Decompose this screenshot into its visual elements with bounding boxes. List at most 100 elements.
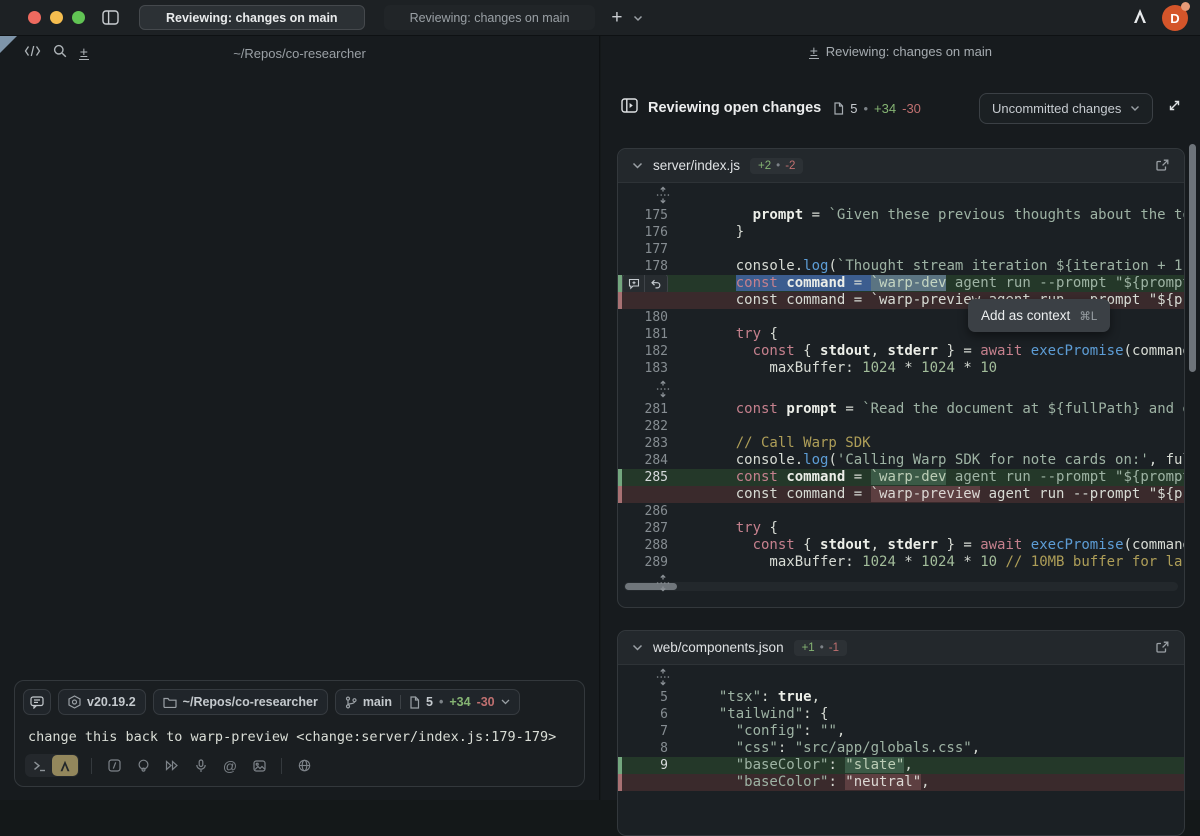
diff-line-add: 179 const command = `warp-dev agent run … <box>618 275 1184 292</box>
file-name: web/components.json <box>653 640 784 655</box>
minimize-window-button[interactable] <box>50 11 63 24</box>
globe-icon[interactable] <box>294 756 314 776</box>
line-action-buttons <box>622 275 668 292</box>
line-number: 289 <box>618 554 668 571</box>
git-status-pill[interactable]: main 5 • +34 -30 <box>335 689 520 715</box>
mode-segmented-control <box>25 754 79 777</box>
code-text: const prompt = `Read the document at ${f… <box>702 401 1184 418</box>
avatar[interactable]: D <box>1162 5 1188 31</box>
line-number: 288 <box>618 537 668 554</box>
notification-dot <box>1181 2 1190 11</box>
code-text: const command = `warp-preview agent run … <box>702 292 1184 309</box>
open-file-icon[interactable] <box>1155 640 1170 655</box>
review-pane: ± Reviewing: changes on main Reviewing o… <box>601 36 1200 800</box>
code-text: const command = `warp-preview agent run … <box>702 486 1184 503</box>
deletions-count: -2 <box>785 160 795 172</box>
collapse-chevron-icon[interactable] <box>632 162 643 169</box>
fast-forward-icon[interactable] <box>162 756 182 776</box>
hunk-separator <box>618 377 1184 401</box>
image-attach-icon[interactable] <box>249 756 269 776</box>
close-window-button[interactable] <box>28 11 41 24</box>
sidebar-toggle-icon[interactable] <box>99 7 121 29</box>
directory-pill[interactable]: ~/Repos/co-researcher <box>153 689 328 715</box>
avatar-initial: D <box>1170 11 1179 26</box>
commit-filter-dropdown[interactable]: Uncommitted changes <box>979 93 1153 124</box>
open-file-icon[interactable] <box>1155 158 1170 173</box>
expand-hunk-icon[interactable] <box>656 574 670 595</box>
tab-label: Reviewing: changes on main <box>410 11 570 25</box>
revert-change-button[interactable] <box>645 275 667 292</box>
expand-hunk-icon[interactable] <box>656 186 670 207</box>
separator: • <box>820 642 824 654</box>
line-number: 177 <box>618 241 668 258</box>
diff-card-header[interactable]: web/components.json +1 • -1 <box>618 631 1184 665</box>
new-tab-button[interactable]: + <box>611 8 622 27</box>
tab-list-chevron-icon[interactable] <box>633 9 643 27</box>
review-pane-title: Reviewing: changes on main <box>826 44 992 59</box>
expand-hunk-icon[interactable] <box>656 380 670 401</box>
tooltip-label: Add as context <box>981 308 1070 323</box>
window-controls <box>28 11 85 24</box>
vertical-scrollbar[interactable] <box>1189 144 1196 372</box>
diff-card-server-index: server/index.js +2 • -2 Add as context ⌘… <box>617 148 1185 608</box>
line-number: 176 <box>618 224 668 241</box>
command-input[interactable]: change this back to warp-preview <change… <box>28 729 572 745</box>
line-number: 7 <box>618 723 668 740</box>
separator: • <box>439 695 443 709</box>
branch-label: main <box>363 695 392 709</box>
diff-line-add: 285 const command = `warp-dev agent run … <box>618 469 1184 486</box>
line-number: 282 <box>618 418 668 435</box>
additions-count: +1 <box>802 642 815 654</box>
collapse-chevron-icon[interactable] <box>632 644 643 651</box>
code-text: // Call Warp SDK <box>702 435 1184 452</box>
line-number: 285 <box>618 469 668 486</box>
code-text: console.log(`Thought stream iteration ${… <box>702 258 1184 275</box>
diff-line-del: "baseColor": "neutral", <box>618 774 1184 791</box>
diff-card-header[interactable]: server/index.js +2 • -2 <box>618 149 1184 183</box>
code-text: const { stdout, stderr } = await execPro… <box>702 343 1184 360</box>
line-number: 5 <box>618 689 668 706</box>
maximize-window-button[interactable] <box>72 11 85 24</box>
diff-line-ctx: 288 const { stdout, stderr } = await exe… <box>618 537 1184 554</box>
code-blocks-icon[interactable] <box>24 44 41 62</box>
pane-path: ~/Repos/co-researcher <box>0 46 599 61</box>
code-text: "config": "", <box>702 723 1184 740</box>
chat-toggle-button[interactable] <box>23 689 51 715</box>
search-icon[interactable] <box>53 44 67 63</box>
tab-label: Reviewing: changes on main <box>166 11 338 25</box>
prompt-loop-icon[interactable] <box>133 756 153 776</box>
diff-line-ctx: 289 maxBuffer: 1024 * 1024 * 10 // 10MB … <box>618 554 1184 571</box>
diff-line-ctx: 6 "tailwind": { <box>618 706 1184 723</box>
warp-logo-icon <box>1132 8 1148 29</box>
changed-file-count: 5 <box>850 101 857 116</box>
terminal-mode-button[interactable] <box>26 755 52 776</box>
diff-line-ctx: 176 } <box>618 224 1184 241</box>
review-title: Reviewing open changes <box>648 100 821 116</box>
expand-panel-icon[interactable] <box>1167 98 1182 118</box>
add-comment-button[interactable] <box>623 275 645 292</box>
line-number: 283 <box>618 435 668 452</box>
add-as-context-tooltip[interactable]: Add as context ⌘L <box>968 299 1110 332</box>
dropdown-value: Uncommitted changes <box>992 101 1121 116</box>
tab-reviewing-changes-1[interactable]: Reviewing: changes on main <box>139 5 365 30</box>
agent-mode-button[interactable] <box>52 755 78 776</box>
mention-icon[interactable]: @ <box>220 756 240 776</box>
changed-file-count: 5 <box>426 695 433 709</box>
diff-line-ctx: 175 prompt = `Given these previous thoug… <box>618 207 1184 224</box>
diff-code-view: Add as context ⌘L 175 prompt = `Given th… <box>618 183 1184 595</box>
tab-reviewing-changes-2[interactable]: Reviewing: changes on main <box>384 5 596 30</box>
diff-icon[interactable]: ± <box>79 46 89 60</box>
diff-line-del: const command = `warp-preview agent run … <box>618 486 1184 503</box>
microphone-icon[interactable] <box>191 756 211 776</box>
command-input-block: v20.19.2 ~/Repos/co-researcher main 5 • … <box>14 680 585 787</box>
code-text: "css": "src/app/globals.css", <box>702 740 1184 757</box>
separator: • <box>776 160 780 172</box>
slash-command-icon[interactable] <box>104 756 124 776</box>
expand-hunk-icon[interactable] <box>656 668 670 689</box>
code-text: const command = `warp-dev agent run --pr… <box>702 469 1184 486</box>
deletions-count: -1 <box>829 642 839 654</box>
line-number: 181 <box>618 326 668 343</box>
tooltip-shortcut: ⌘L <box>1079 309 1097 323</box>
line-number: 178 <box>618 258 668 275</box>
node-version-pill[interactable]: v20.19.2 <box>58 689 146 715</box>
